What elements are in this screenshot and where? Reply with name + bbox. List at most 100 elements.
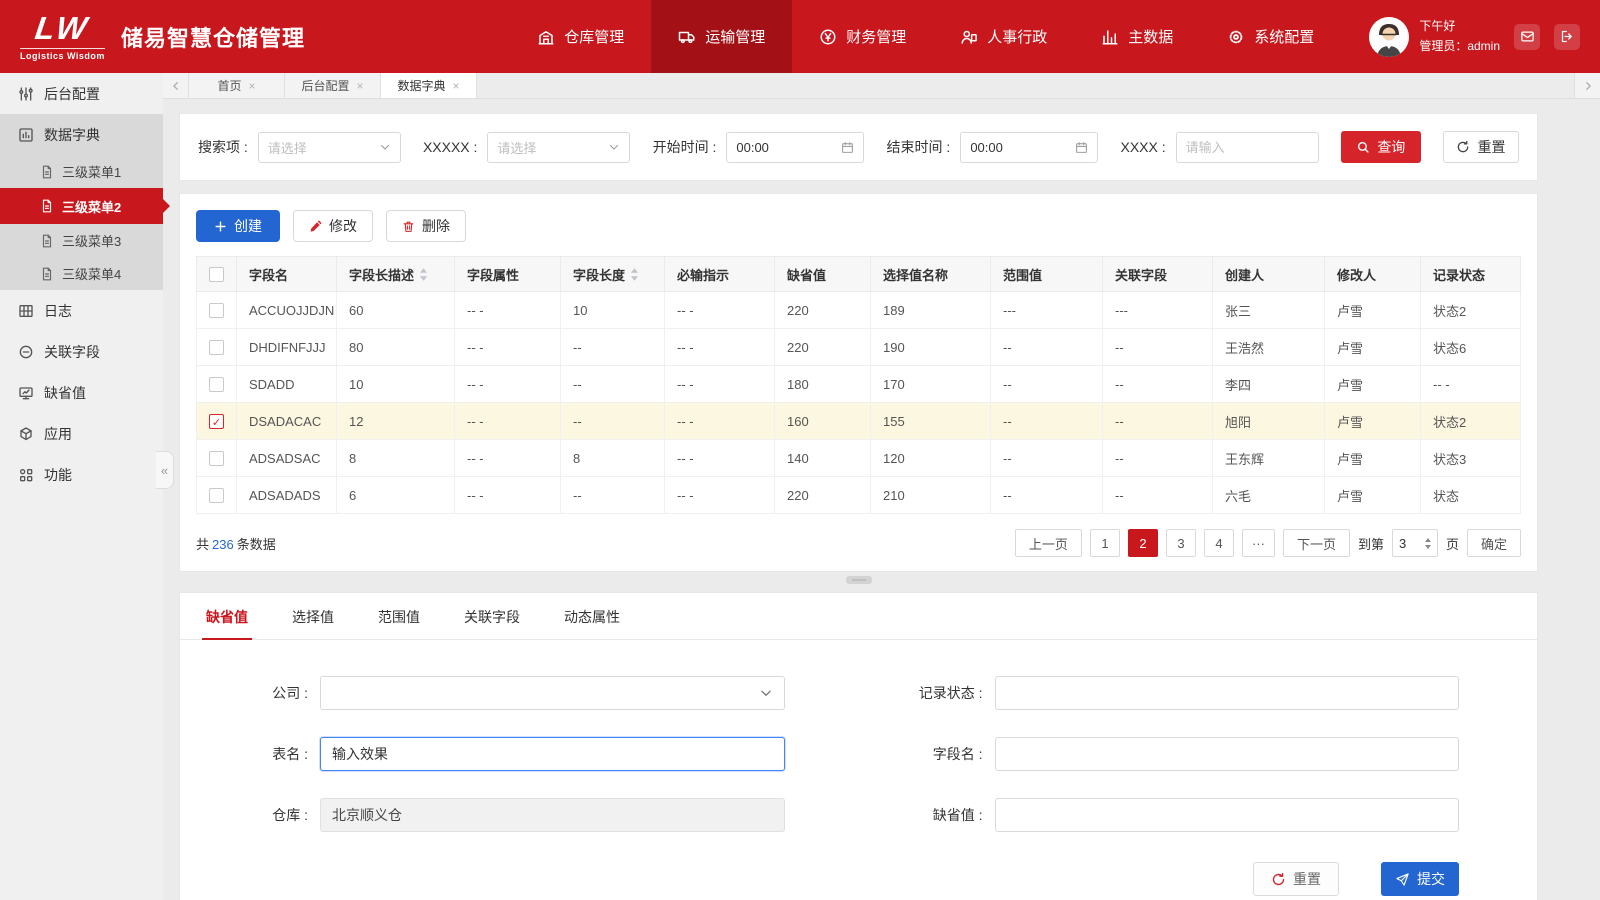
page-button-1[interactable]: 1 — [1090, 529, 1120, 557]
create-button[interactable]: 创建 — [196, 210, 280, 242]
reset-button[interactable]: 重置 — [1443, 131, 1519, 163]
edit-button[interactable]: 修改 — [293, 210, 373, 242]
table-cell: -- - — [455, 477, 561, 514]
tabs-scroll-left[interactable] — [163, 73, 189, 98]
user-greeting: 下午好 管理员：admin — [1419, 17, 1500, 55]
sidebar-collapse-handle[interactable]: « — [156, 451, 174, 489]
sidebar-item-label: 日志 — [44, 301, 72, 321]
sidebar-item-submenu4[interactable]: 三级菜单4 — [0, 257, 163, 290]
form-submit-button[interactable]: 提交 — [1381, 862, 1459, 896]
column-header: 创建人 — [1213, 257, 1325, 292]
table-cell: 120 — [871, 440, 991, 477]
table-row[interactable]: ADSADSAC8-- -8-- -140120----王东辉卢雪状态3 — [197, 440, 1521, 477]
sidebar-item-functions[interactable]: 功能 — [0, 454, 163, 495]
sidebar-item-submenu3[interactable]: 三级菜单3 — [0, 224, 163, 257]
sidebar-item-submenu2[interactable]: 三级菜单2 — [0, 188, 163, 224]
nav-item-config[interactable]: 系统配置 — [1200, 0, 1341, 73]
tab-home[interactable]: 首页 × — [189, 73, 285, 98]
sidebar-item-backend-config[interactable]: 后台配置 — [0, 73, 163, 114]
table-row[interactable]: SDADD10-- ----- -180170----李四卢雪-- - — [197, 366, 1521, 403]
query-button[interactable]: 查询 — [1341, 131, 1421, 163]
field-name-input[interactable] — [995, 737, 1460, 771]
monitor-icon — [18, 385, 34, 401]
goto-confirm-button[interactable]: 确定 — [1467, 529, 1521, 557]
link-icon — [18, 344, 34, 360]
select-all-checkbox[interactable] — [209, 267, 224, 282]
start-time-input[interactable]: 00:00 — [726, 132, 864, 163]
delete-button[interactable]: 删除 — [386, 210, 466, 242]
sidebar-item-log[interactable]: 日志 — [0, 290, 163, 331]
avatar[interactable] — [1369, 17, 1409, 57]
total-number: 236 — [212, 537, 234, 552]
detail-tab-range-value[interactable]: 范围值 — [356, 593, 442, 639]
table-name-row: 表名 : — [200, 737, 785, 771]
tab-data-dictionary[interactable]: 数据字典 × — [381, 73, 477, 98]
detail-tab-select-value[interactable]: 选择值 — [270, 593, 356, 639]
detail-tab-related-field[interactable]: 关联字段 — [442, 593, 542, 639]
table-row[interactable]: DHDIFNFJJJ80-- ----- -220190----王浩然卢雪状态6 — [197, 329, 1521, 366]
close-icon[interactable]: × — [357, 79, 364, 93]
table-row[interactable]: ACCUOJJDJN60-- -10-- -220189------张三卢雪状态… — [197, 292, 1521, 329]
table-cell: 卢雪 — [1325, 440, 1421, 477]
nav-item-masterdata[interactable]: 主数据 — [1074, 0, 1200, 73]
row-checkbox[interactable] — [209, 303, 224, 318]
sidebar-item-application[interactable]: 应用 — [0, 413, 163, 454]
panel-resize-handle[interactable] — [846, 576, 872, 584]
logout-button[interactable] — [1554, 24, 1580, 50]
page-button-2-active[interactable]: 2 — [1128, 529, 1158, 557]
prev-page-button[interactable]: 上一页 — [1015, 529, 1082, 557]
row-checkbox-checked[interactable] — [209, 414, 224, 429]
data-table: 字段名 字段长描述 字段属性 字段长度 必输指示 缺省值 选择值名称 范围值 关… — [196, 256, 1521, 514]
company-select[interactable] — [320, 676, 785, 710]
nav-item-finance[interactable]: 财务管理 — [792, 0, 933, 73]
sort-icon[interactable] — [630, 268, 639, 281]
record-status-input[interactable] — [995, 676, 1460, 710]
column-header-sortable[interactable]: 字段长度 — [561, 257, 665, 292]
default-value-input[interactable] — [995, 798, 1460, 832]
table-row[interactable]: ADSADADS6-- ----- -220210----六毛卢雪状态 — [197, 477, 1521, 514]
step-up-icon[interactable] — [1425, 538, 1431, 542]
page-button-4[interactable]: 4 — [1204, 529, 1234, 557]
form-reset-button[interactable]: 重置 — [1253, 862, 1339, 896]
table-panel: 创建 修改 删除 — [179, 193, 1538, 572]
tab-backend-config[interactable]: 后台配置 × — [285, 73, 381, 98]
detail-actions: 重置 提交 — [180, 862, 1537, 900]
bar-chart-icon — [1101, 28, 1119, 46]
row-checkbox[interactable] — [209, 451, 224, 466]
end-time-input[interactable]: 00:00 — [960, 132, 1098, 163]
sidebar-item-related-fields[interactable]: 关联字段 — [0, 331, 163, 372]
tabs-scroll-right[interactable] — [1574, 73, 1600, 98]
table-name-input[interactable] — [320, 737, 785, 771]
user-role: 管理员：admin — [1419, 37, 1500, 56]
table-row[interactable]: DSADACAC12-- ----- -160155----旭阳卢雪状态2 — [197, 403, 1521, 440]
mail-button[interactable] — [1514, 24, 1540, 50]
nav-item-transport[interactable]: 运输管理 — [651, 0, 792, 73]
table-cell: -- — [1103, 477, 1213, 514]
page-ellipsis[interactable]: ··· — [1242, 529, 1275, 557]
close-icon[interactable]: × — [453, 79, 460, 93]
table-cell: 60 — [337, 292, 455, 329]
row-checkbox[interactable] — [209, 377, 224, 392]
row-checkbox[interactable] — [209, 340, 224, 355]
sidebar-item-default-values[interactable]: 缺省值 — [0, 372, 163, 413]
nav-item-warehouse[interactable]: 仓库管理 — [510, 0, 651, 73]
close-icon[interactable]: × — [249, 79, 256, 93]
sort-icon[interactable] — [419, 268, 428, 281]
detail-tab-default-value[interactable]: 缺省值 — [184, 593, 270, 639]
xxxxx-select[interactable]: 请选择 — [487, 132, 630, 163]
column-header-sortable[interactable]: 字段长描述 — [337, 257, 455, 292]
avatar-image — [1369, 17, 1409, 57]
next-page-button[interactable]: 下一页 — [1283, 529, 1350, 557]
detail-tab-dynamic-attr[interactable]: 动态属性 — [542, 593, 642, 639]
row-checkbox[interactable] — [209, 488, 224, 503]
table-cell: 卢雪 — [1325, 329, 1421, 366]
search-item-select[interactable]: 请选择 — [258, 132, 401, 163]
step-down-icon[interactable] — [1425, 545, 1431, 549]
page-button-3[interactable]: 3 — [1166, 529, 1196, 557]
goto-page-input[interactable]: 3 — [1392, 529, 1438, 557]
sidebar-item-data-dictionary[interactable]: 数据字典 — [0, 114, 163, 155]
page-stepper[interactable] — [1425, 538, 1431, 549]
nav-item-hr[interactable]: 人事行政 — [933, 0, 1074, 73]
sidebar-item-submenu1[interactable]: 三级菜单1 — [0, 155, 163, 188]
xxxx-input[interactable] — [1176, 132, 1319, 163]
